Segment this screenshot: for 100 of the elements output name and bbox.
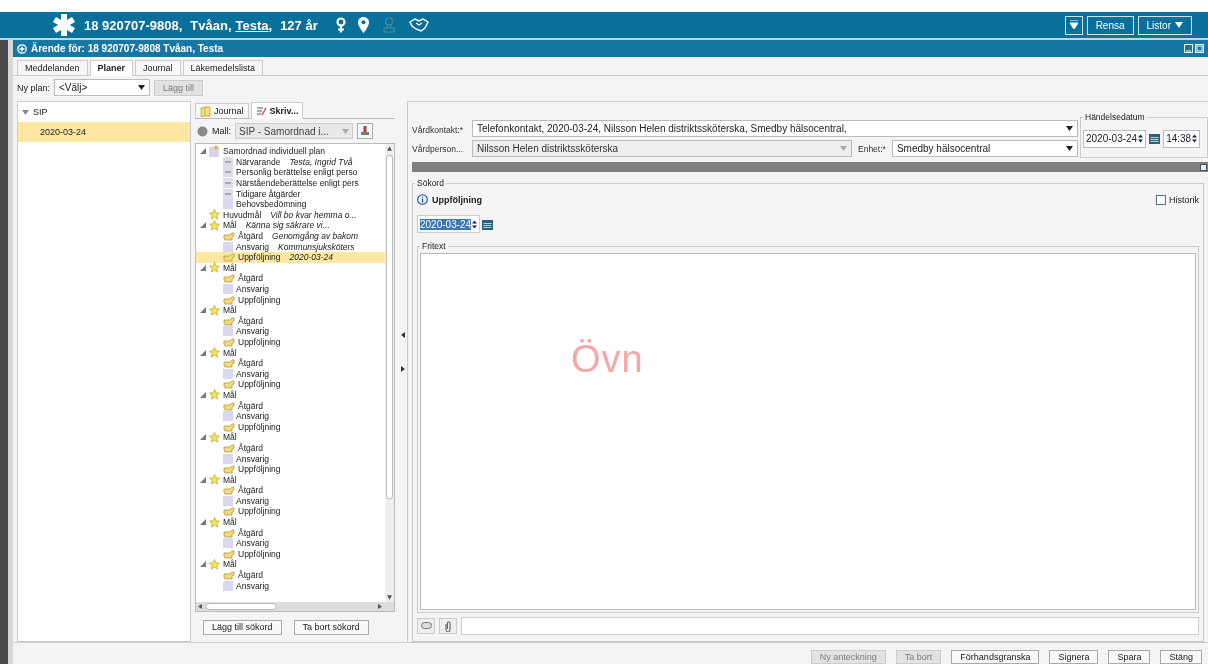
- tree-item-label: Uppföljning: [238, 506, 281, 517]
- minimize-button[interactable]: [1184, 44, 1193, 53]
- tree-item-label: Ansvarig: [236, 326, 270, 337]
- tree-item-label: Personlig berättelse enligt perso: [236, 167, 358, 178]
- tree-item-label: Närståendeberättelse enligt pers: [236, 178, 359, 189]
- female-symbol-icon: [335, 17, 346, 33]
- tree-item[interactable]: Ansvarig Kommunsjuksköters: [196, 241, 385, 252]
- tree-item[interactable]: Mål: [196, 516, 385, 528]
- tree-item[interactable]: Mål: [196, 389, 385, 401]
- contact-dropdown[interactable]: Telefonkontakt, 2020-03-24, Nilsson Helen distriktssköterska, Smedby hälsocentral,: [472, 120, 1078, 137]
- tree-item[interactable]: Behovsbedömning: [196, 198, 385, 210]
- tree-item[interactable]: Åtgärd Genomgång av bakom: [196, 230, 385, 242]
- caret-icon: [1066, 126, 1073, 131]
- tree-item[interactable]: Uppföljning: [196, 506, 385, 517]
- unit-dropdown[interactable]: Smedby hälsocentral: [891, 140, 1078, 157]
- tab[interactable]: Läkemedelslista: [182, 60, 264, 75]
- tree-item[interactable]: Åtgärd: [196, 273, 385, 284]
- tree-item[interactable]: Ansvarig: [196, 580, 385, 591]
- tree-item[interactable]: Mål Känna sig säkrare vi...: [196, 220, 385, 231]
- action-button[interactable]: Stäng: [1160, 650, 1202, 664]
- input-field[interactable]: [461, 617, 1199, 635]
- tab[interactable]: Journal: [195, 103, 249, 118]
- tab[interactable]: Journal: [135, 60, 181, 75]
- tree-item[interactable]: Samordnad individuell plan: [196, 146, 385, 157]
- tab[interactable]: Planer: [89, 60, 134, 76]
- date-field[interactable]: 2020-03-24: [417, 215, 481, 233]
- tree-item[interactable]: Åtgärd: [196, 442, 385, 454]
- hand-icon: [223, 527, 235, 538]
- tree-item[interactable]: Åtgärd: [196, 485, 385, 496]
- hand-icon: [223, 315, 235, 326]
- tree-item[interactable]: Uppföljning: [196, 463, 385, 475]
- group-legend: Händelsedatum: [1083, 112, 1147, 122]
- tree-item[interactable]: Närvarande Testa, Ingrid Två: [196, 156, 385, 168]
- add-keyword-button[interactable]: Lägg till sökord: [203, 619, 282, 635]
- restore-button[interactable]: [1195, 44, 1204, 53]
- lists-menu-button[interactable]: Listor: [1137, 15, 1192, 35]
- tree-item[interactable]: Uppföljning: [196, 548, 385, 560]
- tree-item[interactable]: Ansvarig: [196, 326, 385, 337]
- star-icon: [209, 474, 220, 486]
- attach-button[interactable]: [439, 618, 457, 634]
- plan-dropdown[interactable]: <Välj>: [54, 79, 151, 96]
- plan-label: 2020-03-24: [40, 127, 87, 137]
- plan-item[interactable]: SIP: [18, 102, 190, 122]
- tree-item[interactable]: Ansvarig: [196, 410, 385, 422]
- tree-item[interactable]: Huvudmål Vill bo kvar hemma o...: [196, 209, 385, 221]
- tree-item[interactable]: Uppföljning: [196, 421, 385, 433]
- tab[interactable]: Meddelanden: [17, 60, 88, 75]
- tree-item[interactable]: Mål: [196, 474, 385, 485]
- template-dropdown[interactable]: SIP - Samordnad i...: [235, 123, 353, 139]
- patient-first-name[interactable]: Testa: [235, 17, 269, 33]
- tree-item[interactable]: Ansvarig: [196, 537, 385, 549]
- square-icon: [223, 495, 233, 506]
- tree-item-label: Tidigare åtgärder: [236, 188, 301, 199]
- tab[interactable]: Skriv...: [250, 102, 304, 119]
- tree-item[interactable]: Personlig berättelse enligt perso: [196, 167, 385, 178]
- tree-item[interactable]: Åtgärd: [196, 315, 385, 327]
- tree-item[interactable]: Åtgärd: [196, 569, 385, 581]
- tree-item[interactable]: Tidigare åtgärder: [196, 188, 385, 199]
- star-icon: [209, 209, 220, 221]
- square-icon: [223, 538, 233, 549]
- plan-label: SIP: [33, 107, 48, 117]
- tree-item-label: Uppföljning: [238, 548, 281, 559]
- clear-button[interactable]: Rensa: [1086, 15, 1134, 35]
- tree-item[interactable]: Åtgärd: [196, 400, 385, 411]
- action-button[interactable]: Spara: [1108, 650, 1151, 664]
- tree-item[interactable]: Mål: [196, 432, 385, 443]
- comment-button[interactable]: [417, 618, 435, 634]
- action-button[interactable]: Signera: [1049, 650, 1099, 664]
- tree-item[interactable]: Mål: [196, 262, 385, 274]
- tree-item[interactable]: Närståendeberättelse enligt pers: [196, 177, 385, 189]
- tree-item[interactable]: Mål: [196, 304, 385, 316]
- hand-icon: [223, 421, 235, 432]
- plan-item[interactable]: 2020-03-24: [18, 122, 190, 142]
- tree-item[interactable]: Uppföljning 2020-03-24: [196, 251, 385, 263]
- tree-item-label: Behovsbedömning: [236, 199, 307, 210]
- action-button[interactable]: Förhandsgranska: [951, 650, 1040, 664]
- tree-item[interactable]: Ansvarig: [196, 495, 385, 507]
- filter-button[interactable]: [1064, 15, 1083, 35]
- date-field[interactable]: 2020-03-24: [1083, 129, 1147, 148]
- tree-item[interactable]: Ansvarig: [196, 368, 385, 380]
- tree-item[interactable]: Mål: [196, 347, 385, 358]
- left-arrow-icon: [401, 331, 405, 338]
- time-field[interactable]: 14:38: [1163, 129, 1201, 148]
- tree-item-label: Åtgärd: [238, 400, 264, 411]
- spinner-icon: [1138, 134, 1144, 143]
- tree-item[interactable]: Uppföljning: [196, 379, 385, 390]
- tree-item[interactable]: Ansvarig: [196, 283, 385, 295]
- separator-text: ,: [268, 17, 273, 33]
- tree-item-label: Uppföljning: [238, 421, 281, 432]
- stamp-button[interactable]: [357, 123, 373, 139]
- tree-item[interactable]: Mål: [196, 559, 385, 570]
- history-checkbox[interactable]: [1156, 194, 1166, 205]
- tree-item[interactable]: Uppföljning: [196, 336, 385, 348]
- tree-item[interactable]: Uppföljning: [196, 294, 385, 305]
- circle-icon: [197, 125, 208, 137]
- tree-item[interactable]: Åtgärd: [196, 357, 385, 369]
- remove-keyword-button[interactable]: Ta bort sökord: [293, 619, 369, 635]
- tree-item[interactable]: Åtgärd: [196, 527, 385, 538]
- hand-icon: [223, 337, 235, 347]
- tree-item[interactable]: Ansvarig: [196, 453, 385, 464]
